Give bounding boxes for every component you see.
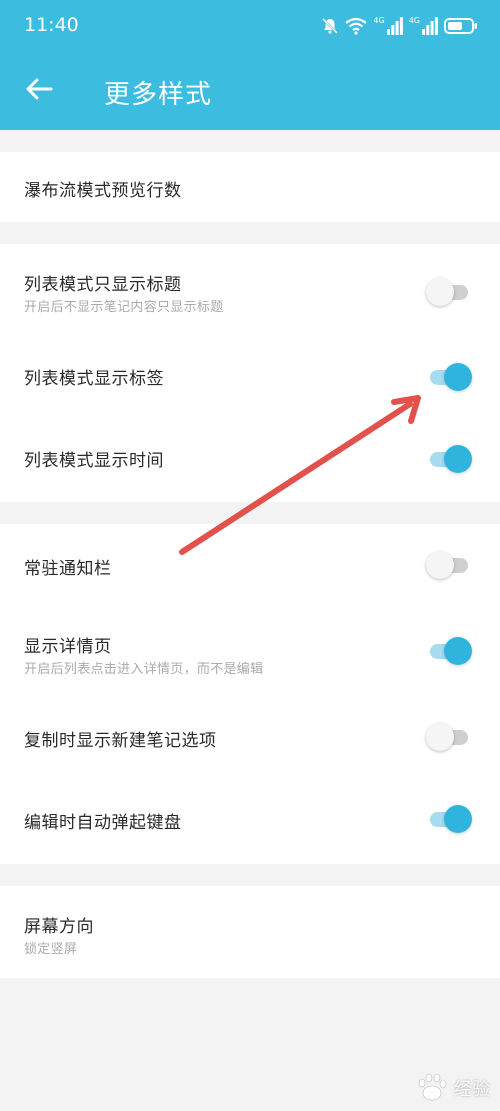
setting-row-waterfall-rows[interactable]: 瀑布流模式预览行数 bbox=[0, 152, 500, 222]
setting-row-copy-new-note[interactable]: 复制时显示新建笔记选项 bbox=[0, 698, 500, 780]
baidu-watermark: 经验 bbox=[414, 1073, 490, 1103]
setting-subtitle: 开启后列表点击进入详情页，而不是编辑 bbox=[24, 662, 264, 677]
setting-row-list-show-tags[interactable]: 列表模式显示标签 bbox=[0, 340, 500, 422]
setting-title: 常驻通知栏 bbox=[24, 559, 112, 579]
toggle-knob bbox=[426, 278, 454, 306]
setting-row-list-show-time[interactable]: 列表模式显示时间 bbox=[0, 422, 500, 502]
toggle-switch[interactable] bbox=[426, 636, 472, 666]
battery-icon bbox=[444, 17, 478, 35]
status-time: 11:40 bbox=[24, 14, 79, 36]
toggle-switch[interactable] bbox=[426, 804, 472, 834]
toggle-switch[interactable] bbox=[426, 550, 472, 580]
setting-row-list-title-only[interactable]: 列表模式只显示标题 开启后不显示笔记内容只显示标题 bbox=[0, 244, 500, 340]
setting-title: 编辑时自动弹起键盘 bbox=[24, 813, 182, 833]
setting-row-show-detail-page[interactable]: 显示详情页 开启后列表点击进入详情页，而不是编辑 bbox=[0, 608, 500, 698]
status-icons: 4G 4G bbox=[321, 14, 478, 38]
toggle-knob bbox=[426, 551, 454, 579]
settings-section-3: 常驻通知栏 显示详情页 开启后列表点击进入详情页，而不是编辑 复制时显示新建笔记… bbox=[0, 524, 500, 864]
setting-row-persistent-notification[interactable]: 常驻通知栏 bbox=[0, 524, 500, 608]
settings-section-2: 列表模式只显示标题 开启后不显示笔记内容只显示标题 列表模式显示标签 列表模式显… bbox=[0, 244, 500, 502]
page-title: 更多样式 bbox=[104, 80, 213, 110]
setting-subtitle: 锁定竖屏 bbox=[24, 942, 78, 957]
wifi-icon bbox=[345, 17, 368, 35]
setting-title: 瀑布流模式预览行数 bbox=[24, 181, 182, 201]
setting-title: 列表模式只显示标题 bbox=[24, 275, 182, 295]
watermark-text: 经验 bbox=[454, 1079, 490, 1100]
toggle-switch[interactable] bbox=[426, 277, 472, 307]
mute-bell-icon bbox=[321, 17, 339, 35]
status-bar: 11:40 4G 4G bbox=[0, 0, 500, 52]
setting-row-screen-orientation[interactable]: 屏幕方向 锁定竖屏 bbox=[0, 886, 500, 978]
setting-title: 列表模式显示时间 bbox=[24, 451, 164, 471]
arrow-left-icon[interactable] bbox=[22, 72, 56, 106]
settings-section-1: 瀑布流模式预览行数 bbox=[0, 152, 500, 222]
setting-title: 显示详情页 bbox=[24, 637, 112, 657]
setting-row-auto-keyboard[interactable]: 编辑时自动弹起键盘 bbox=[0, 780, 500, 864]
toggle-switch[interactable] bbox=[426, 362, 472, 392]
app-bar: 11:40 4G 4G 更多样式 bbox=[0, 0, 500, 130]
settings-section-4: 屏幕方向 锁定竖屏 bbox=[0, 886, 500, 978]
signal-label-1: 4G bbox=[373, 15, 385, 25]
signal-4g-icon bbox=[422, 17, 438, 35]
setting-title: 屏幕方向 bbox=[24, 917, 94, 937]
toggle-knob bbox=[426, 723, 454, 751]
toggle-switch[interactable] bbox=[426, 722, 472, 752]
toolbar: 更多样式 bbox=[0, 52, 500, 130]
setting-title: 复制时显示新建笔记选项 bbox=[24, 731, 217, 751]
signal-label-2: 4G bbox=[408, 15, 420, 25]
toggle-knob bbox=[444, 445, 472, 473]
baidu-paw-logo bbox=[418, 1073, 447, 1101]
signal-4g-icon bbox=[386, 17, 403, 35]
setting-subtitle: 开启后不显示笔记内容只显示标题 bbox=[24, 300, 224, 315]
toggle-knob bbox=[444, 637, 472, 665]
toggle-knob bbox=[444, 363, 472, 391]
setting-title: 列表模式显示标签 bbox=[24, 369, 164, 389]
toggle-knob bbox=[444, 805, 472, 833]
toggle-switch[interactable] bbox=[426, 444, 472, 474]
